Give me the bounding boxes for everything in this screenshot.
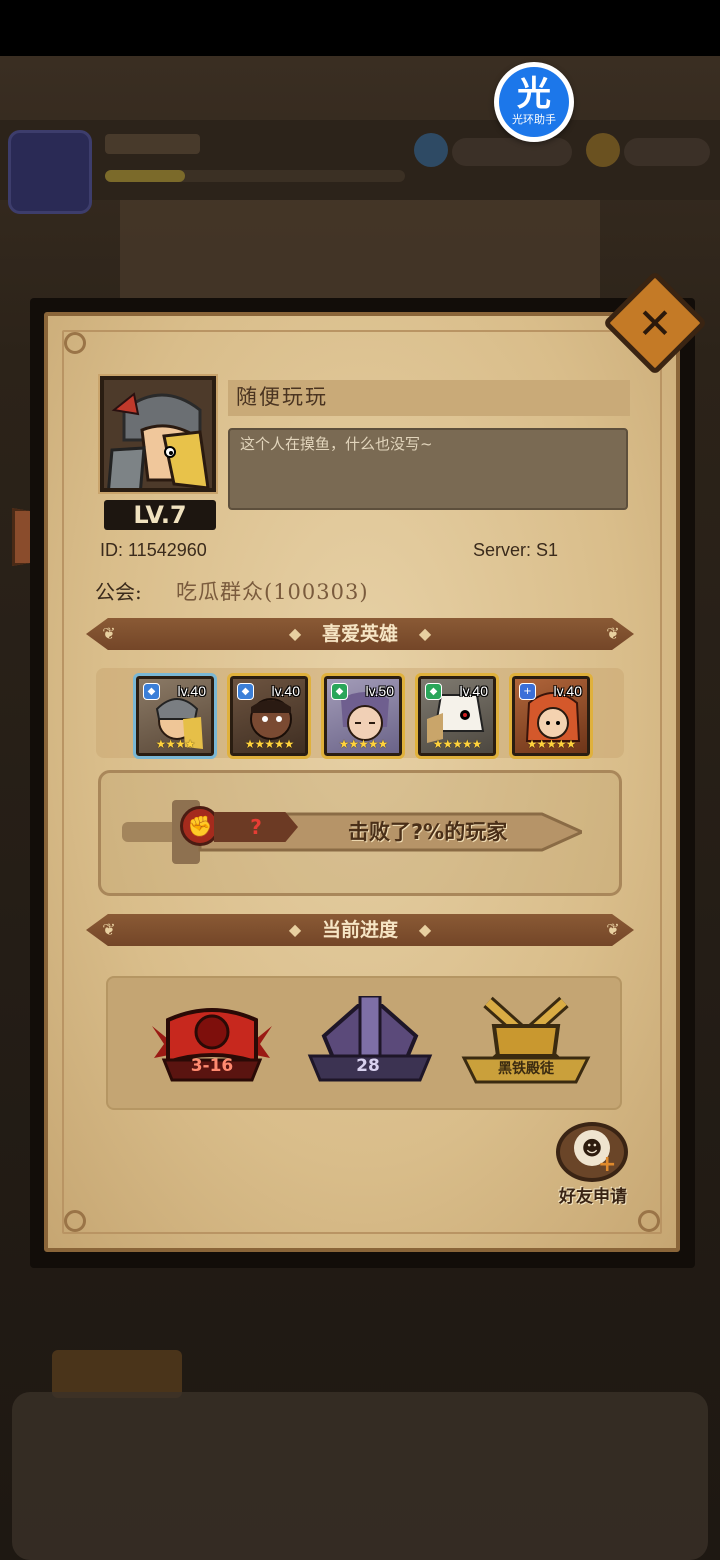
player-id: ID: 11542960 [100,540,207,560]
guild-label: 公会: [95,580,142,604]
arena-rank: 黑铁殿徒 [498,1061,554,1077]
current-progress-title: 当前进度 [321,919,398,941]
player-avatar [98,374,218,494]
corner-ornament [64,1210,86,1232]
assistant-badge[interactable]: 光 光环助手 [494,62,574,142]
assistant-badge-label: 光环助手 [512,113,556,126]
hero-stars: ★★★★★ [244,737,295,751]
hero-card[interactable]: ◆ lv.40 ★★★★ [133,673,217,759]
hero-level: lv.40 [271,683,300,699]
player-nickname: 随便玩玩 [236,385,328,409]
power-rank: ? [214,812,298,842]
corner-ornament [64,332,86,354]
hero-element-icon: ◆ [425,683,442,700]
hero-level: lv.50 [365,683,394,699]
hero-card[interactable]: ◆ lv.40 ★★★★★ [227,673,311,759]
hero-card[interactable]: + lv.40 ★★★★★ [509,673,593,759]
friend-request-label[interactable]: 好友申请 [548,1182,638,1207]
background-tab [52,1350,182,1398]
hero-element-icon: ◆ [237,683,254,700]
hero-level: lv.40 [553,683,582,699]
hero-element-icon: ◆ [331,683,348,700]
background-wall [120,200,600,300]
assistant-badge-inner: 光 光环助手 [499,67,569,137]
hero-card[interactable]: ◆ lv.50 ★★★★★ [321,673,405,759]
hero-level: lv.40 [177,683,206,699]
background-chat-panel [12,1392,708,1560]
player-server: Server: S1 [473,540,559,560]
close-icon[interactable]: ✕ [618,290,692,356]
add-friend-icon[interactable]: + [598,1154,616,1176]
status-bar [0,0,720,56]
tower-progress: 28 [356,1056,380,1076]
hero-element-icon: ◆ [143,683,160,700]
hero-stars: ★★★★ [155,737,195,751]
hero-element-icon: + [519,683,536,700]
guild-name: 吃瓜群众(100303) [176,580,369,604]
background-gem-counter [452,138,572,166]
hero-card[interactable]: ◆ lv.40 ★★★★★ [415,673,499,759]
campaign-progress: 3-16 [190,1056,234,1076]
background-coin-icon [586,133,620,167]
favorite-heroes-title: 喜爱英雄 [321,623,398,645]
background-gem-icon [414,133,448,167]
hero-stars: ★★★★★ [526,737,577,751]
player-signature: 这个人在摸鱼，什么也没写~ [240,435,433,453]
background-exp-bar [105,170,405,182]
hero-level: lv.40 [459,683,488,699]
corner-ornament [638,1210,660,1232]
assistant-badge-glyph: 光 [517,74,551,114]
background-name [105,134,200,154]
hero-stars: ★★★★★ [338,737,389,751]
hero-stars: ★★★★★ [432,737,483,751]
defeat-percentage-text: 击败了?%的玩家 [348,820,508,844]
knight-portrait-icon [104,380,212,488]
background-coin-counter [624,138,710,166]
player-level: LV.7 [104,500,216,530]
background-avatar [8,130,92,214]
